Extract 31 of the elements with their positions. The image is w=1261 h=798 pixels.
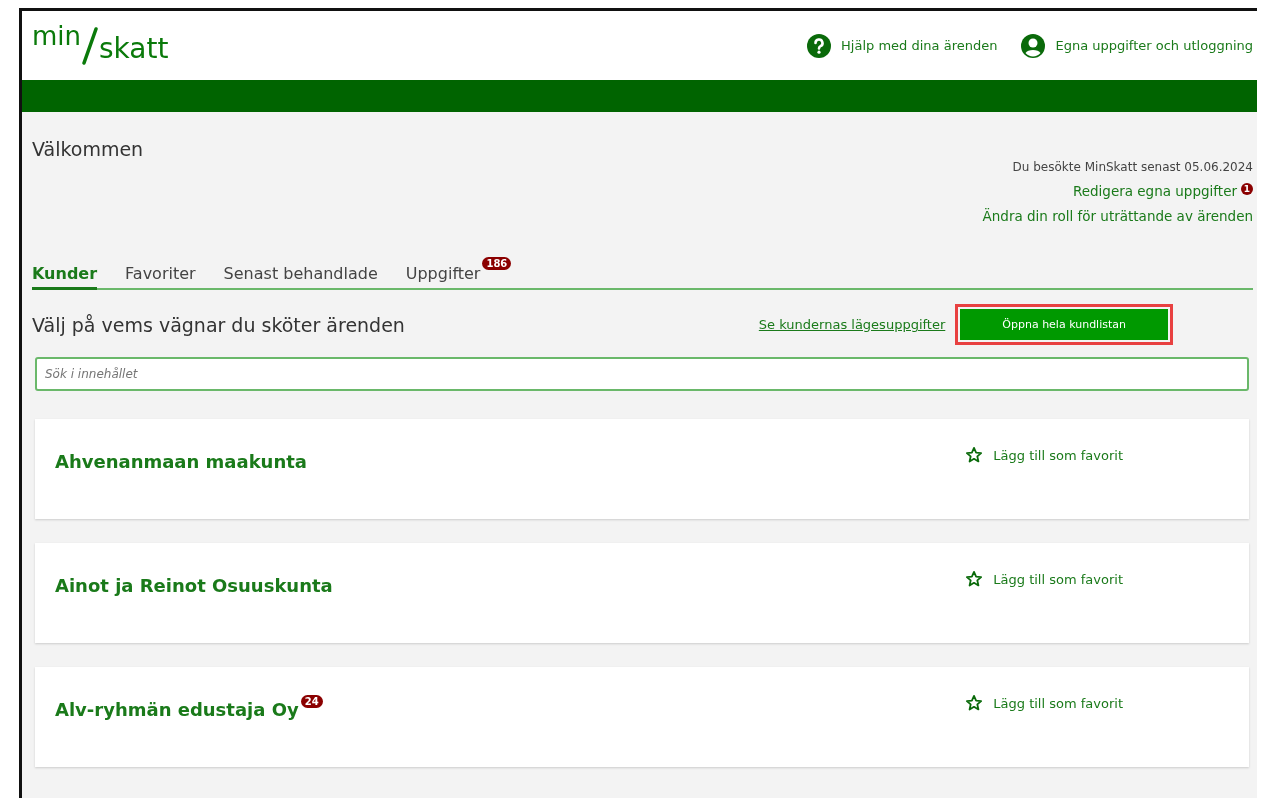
favorite-button[interactable]: Lägg till som favorit xyxy=(959,569,1129,589)
customer-name[interactable]: Ahvenanmaan maakunta xyxy=(55,451,307,472)
customer-name[interactable]: Alv-ryhmän edustaja Oy xyxy=(55,699,299,720)
notification-badge: 1 xyxy=(1241,183,1253,195)
page-title: Välkommen xyxy=(32,138,144,162)
logo-text: min xyxy=(32,20,82,51)
user-icon xyxy=(1021,33,1046,58)
count-badge: 186 xyxy=(482,257,512,270)
tab[interactable]: Favoriter xyxy=(125,256,196,290)
slash-icon xyxy=(81,26,100,65)
star-icon xyxy=(965,446,984,464)
tab[interactable]: Kunder xyxy=(32,256,98,290)
star-icon xyxy=(965,570,984,588)
header-link[interactable]: Hjälp med dina ärenden xyxy=(807,33,998,58)
section-title: Välj på vems vägnar du sköter ärenden xyxy=(32,313,405,336)
tab[interactable]: Uppgifter 186 xyxy=(405,256,512,290)
count-badge: 24 xyxy=(300,695,323,708)
star-icon xyxy=(965,694,984,712)
last-visit-text: Du besökte MinSkatt senast 05.06.2024 xyxy=(1012,160,1253,174)
help-icon xyxy=(807,33,832,58)
customer-name[interactable]: Ainot ja Reinot Osuuskunta xyxy=(55,575,333,596)
tab[interactable]: Senast behandlade xyxy=(223,256,378,290)
logo-text: skatt xyxy=(99,31,169,65)
status-link[interactable]: Se kundernas lägesuppgifter xyxy=(758,317,946,332)
favorite-button[interactable]: Lägg till som favorit xyxy=(959,693,1129,713)
favorite-button[interactable]: Lägg till som favorit xyxy=(959,445,1129,465)
profile-link[interactable]: Ändra din roll för uträttande av ärenden xyxy=(982,208,1253,224)
profile-link[interactable]: Redigera egna uppgifter xyxy=(1072,183,1237,199)
header-link[interactable]: Egna uppgifter och utloggning xyxy=(1021,33,1253,58)
search-field[interactable]: Sök i innehållet xyxy=(35,357,1249,391)
open-list-button[interactable]: Öppna hela kundlistan xyxy=(960,309,1168,340)
